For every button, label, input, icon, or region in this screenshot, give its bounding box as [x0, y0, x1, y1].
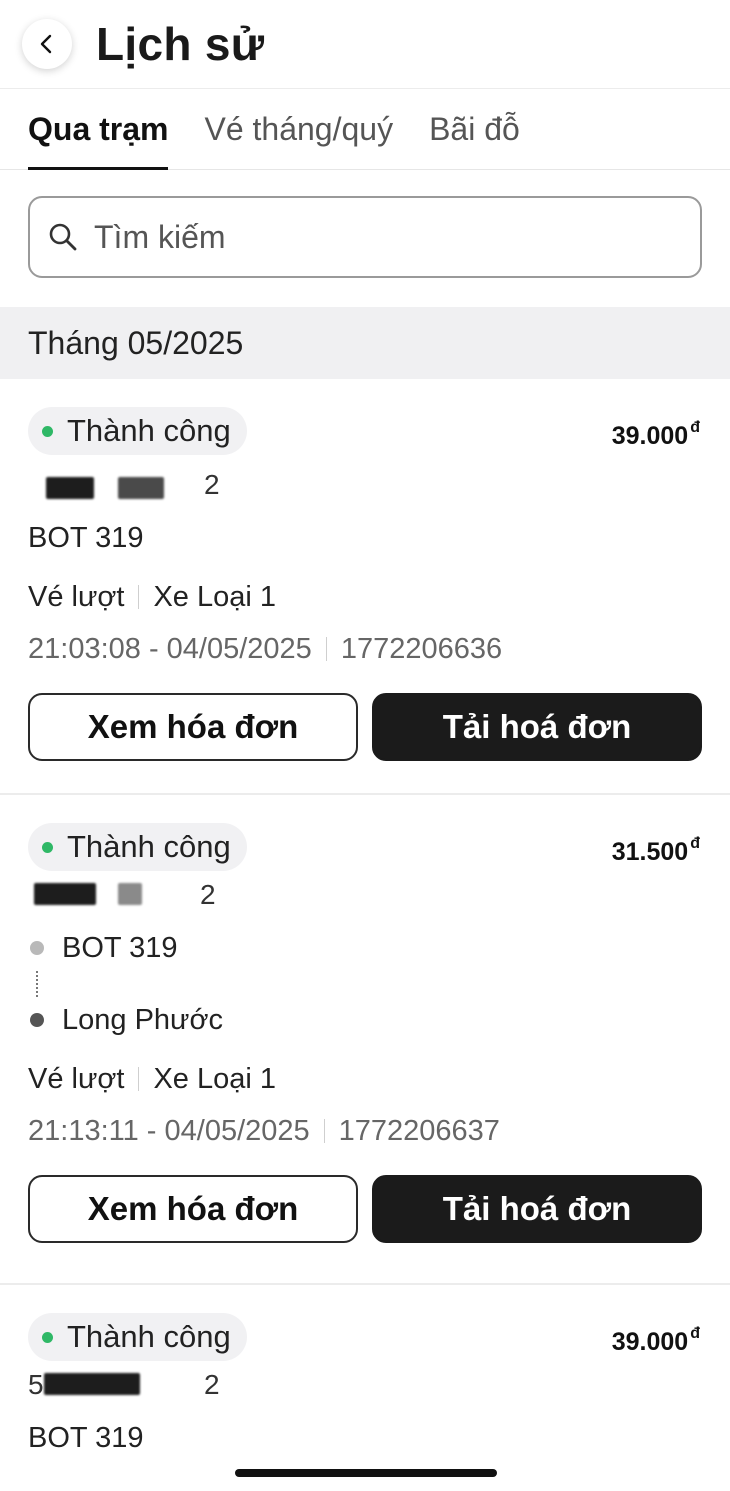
transaction-record: Thành công 39.000 đ 2 BOT 319 Vé lượt Xe … [0, 379, 730, 795]
plate-suffix: 2 [204, 1369, 220, 1400]
license-plate: 2 [28, 455, 702, 515]
plate-redaction [46, 477, 94, 499]
ticket-info: Vé lượt Xe Loại 1 [28, 571, 702, 623]
amount-value: 39.000 [611, 422, 689, 450]
success-dot-icon [42, 1331, 53, 1343]
search-section [0, 170, 730, 307]
tab-ve-thang-quy[interactable]: Vé tháng/quý [204, 89, 393, 169]
ticket-info: Vé lượt Xe Loại 1 [28, 1053, 702, 1105]
license-plate: 5 2 [28, 1361, 702, 1415]
currency-symbol: đ [690, 835, 700, 852]
transaction-datetime: 21:03:08 - 04/05/2025 [28, 633, 312, 665]
search-input[interactable] [94, 218, 654, 256]
status-badge: Thành công [28, 1313, 247, 1361]
route-connector [36, 971, 38, 997]
plate-suffix: 2 [204, 469, 220, 500]
separator [323, 1119, 325, 1143]
route: BOT 319 Long Phước [28, 925, 702, 1043]
page-title: Lịch sử [96, 18, 265, 70]
amount-value: 39.000 [611, 1328, 689, 1356]
transaction-meta: 21:03:08 - 04/05/2025 1772206636 [28, 623, 702, 675]
plate-redaction [118, 883, 142, 905]
route-from: BOT 319 [62, 931, 178, 964]
ticket-type: Vé lượt [28, 1063, 125, 1095]
transaction-meta: 21:13:11 - 04/05/2025 1772206637 [28, 1105, 702, 1157]
record-actions: Xem hóa đơn Tải hoá đơn [28, 1157, 702, 1273]
plate-prefix: 5 [28, 1369, 44, 1400]
route-start-dot-icon [30, 941, 44, 955]
month-header: Tháng 05/2025 [0, 307, 730, 379]
vehicle-class: Xe Loại 1 [153, 581, 277, 613]
success-dot-icon [42, 841, 53, 853]
amount: 39.000 đ [612, 1325, 700, 1357]
success-dot-icon [42, 425, 53, 437]
download-invoice-button[interactable]: Tải hoá đơn [372, 693, 702, 761]
view-invoice-button[interactable]: Xem hóa đơn [28, 1175, 358, 1243]
back-button[interactable] [22, 19, 72, 69]
transaction-id: 1772206636 [340, 633, 503, 665]
amount-value: 31.500 [611, 838, 689, 866]
route-to: Long Phước [62, 1003, 223, 1036]
plate-redaction [34, 883, 96, 905]
plate-redaction [118, 477, 164, 499]
app-header: Lịch sử [0, 0, 730, 88]
currency-symbol: đ [690, 1325, 700, 1342]
status-label: Thành công [67, 829, 231, 864]
separator [138, 1067, 140, 1091]
transaction-record: Thành công 39.000 đ 5 2 BOT 319 [0, 1285, 730, 1461]
search-icon [49, 223, 77, 251]
license-plate: 2 [28, 871, 702, 925]
currency-symbol: đ [690, 419, 700, 436]
tab-bar: Qua trạm Vé tháng/quý Bãi đỗ [0, 88, 730, 170]
plate-suffix: 2 [200, 879, 216, 910]
separator [325, 637, 327, 661]
vehicle-class: Xe Loại 1 [153, 1063, 277, 1095]
view-invoice-button[interactable]: Xem hóa đơn [28, 693, 358, 761]
station-name: BOT 319 [28, 1422, 144, 1454]
ticket-type: Vé lượt [28, 581, 125, 613]
transaction-record: Thành công 31.500 đ 2 BOT 319 Long Phước … [0, 795, 730, 1285]
chevron-left-icon [40, 34, 52, 54]
search-box[interactable] [28, 196, 702, 278]
status-badge: Thành công [28, 407, 247, 455]
route-start: BOT 319 [28, 925, 702, 971]
download-invoice-button[interactable]: Tải hoá đơn [372, 1175, 702, 1243]
amount: 31.500 đ [612, 835, 700, 867]
plate-redaction [44, 1373, 140, 1395]
route-end-dot-icon [30, 1013, 44, 1027]
tab-qua-tram[interactable]: Qua trạm [28, 89, 169, 170]
route-end: Long Phước [28, 997, 702, 1043]
status-label: Thành công [67, 1319, 231, 1354]
transaction-datetime: 21:13:11 - 04/05/2025 [28, 1115, 310, 1147]
record-actions: Xem hóa đơn Tải hoá đơn [28, 675, 702, 791]
amount: 39.000 đ [612, 419, 700, 451]
status-badge: Thành công [28, 823, 247, 871]
transaction-id: 1772206637 [338, 1115, 500, 1147]
status-label: Thành công [67, 413, 231, 448]
home-indicator [235, 1469, 497, 1477]
station-name: BOT 319 [28, 522, 144, 554]
separator [138, 585, 140, 609]
tab-bai-do[interactable]: Bãi đỗ [429, 89, 520, 169]
